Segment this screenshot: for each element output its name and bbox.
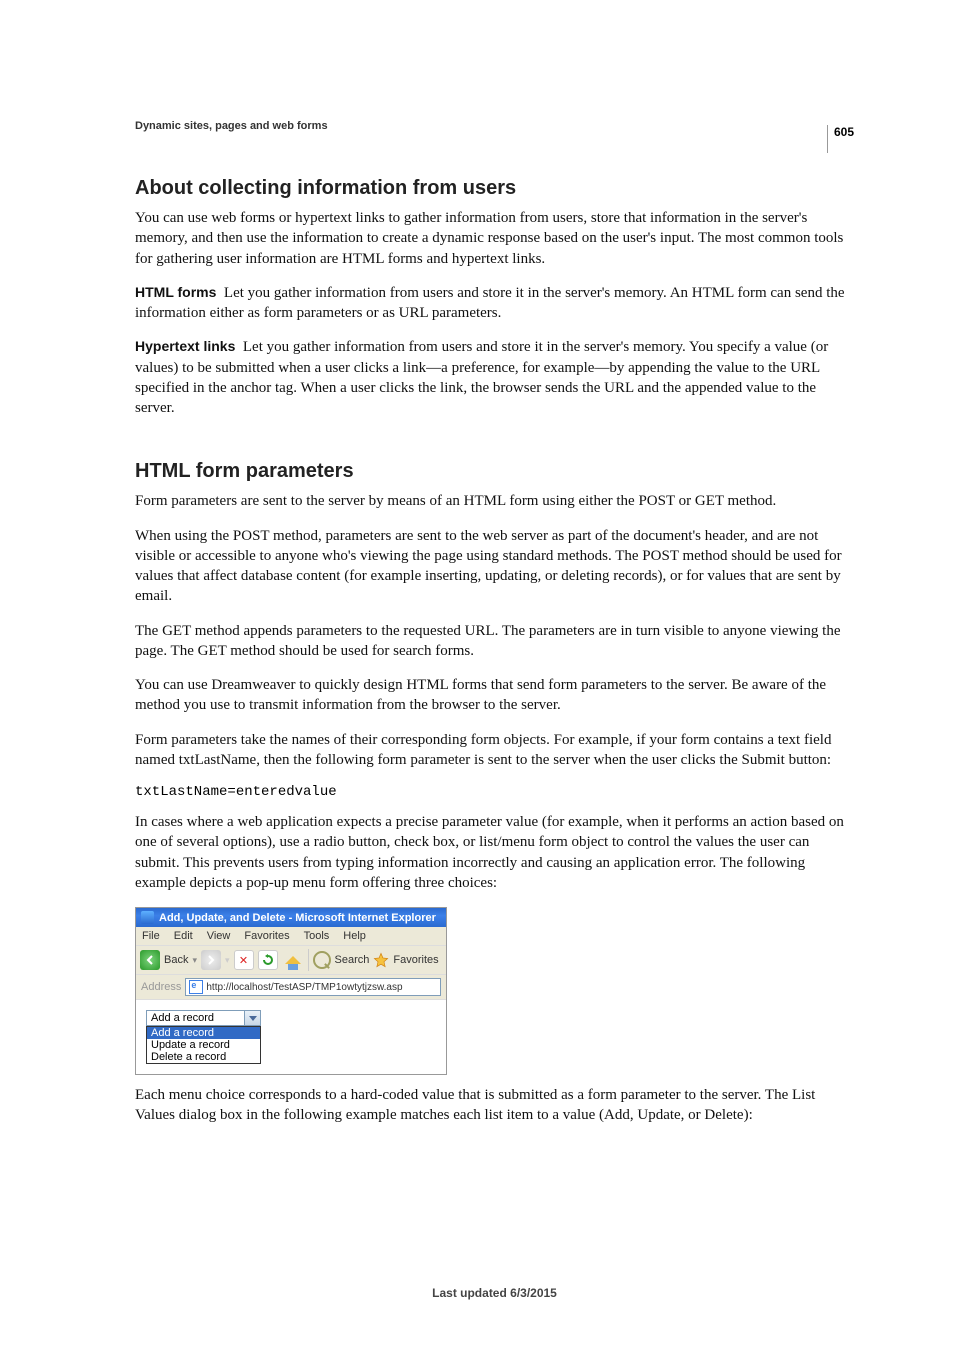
- heading-about-collecting: About collecting information from users: [135, 177, 854, 200]
- para: Form parameters are sent to the server b…: [135, 491, 854, 511]
- menu-file[interactable]: File: [142, 930, 160, 942]
- combo-selected-value: Add a record: [146, 1010, 245, 1026]
- back-dropdown-icon[interactable]: ▾: [192, 955, 197, 966]
- menu-help[interactable]: Help: [343, 930, 366, 942]
- favorites-label[interactable]: Favorites: [393, 954, 438, 966]
- para: Each menu choice corresponds to a hard-c…: [135, 1085, 854, 1126]
- ie-content-area: Add a record Add a record Update a recor…: [136, 1000, 446, 1074]
- menu-favorites[interactable]: Favorites: [244, 930, 289, 942]
- toolbar-separator: [308, 949, 309, 971]
- option-delete[interactable]: Delete a record: [147, 1051, 260, 1063]
- para: When using the POST method, parameters a…: [135, 526, 854, 607]
- favorites-star-icon[interactable]: [373, 952, 389, 968]
- menu-tools[interactable]: Tools: [304, 930, 330, 942]
- address-label: Address: [141, 981, 181, 993]
- text: Let you gather information from users an…: [135, 285, 845, 321]
- page-icon: [189, 980, 203, 994]
- label-hypertext-links: Hypertext links: [135, 338, 235, 354]
- option-add[interactable]: Add a record: [147, 1027, 260, 1039]
- ie-menubar[interactable]: File Edit View Favorites Tools Help: [136, 927, 446, 946]
- ie-titlebar: Add, Update, and Delete - Microsoft Inte…: [136, 908, 446, 927]
- chevron-down-icon[interactable]: [245, 1010, 261, 1026]
- menu-edit[interactable]: Edit: [174, 930, 193, 942]
- refresh-button[interactable]: [258, 950, 278, 970]
- ie-screenshot: Add, Update, and Delete - Microsoft Inte…: [135, 907, 447, 1075]
- forward-button[interactable]: [201, 950, 221, 970]
- ie-logo-icon: [141, 911, 154, 924]
- text: Let you gather information from users an…: [135, 339, 828, 416]
- heading-html-form-parameters: HTML form parameters: [135, 460, 854, 483]
- back-button[interactable]: [140, 950, 160, 970]
- para: The GET method appends parameters to the…: [135, 621, 854, 662]
- ie-title: Add, Update, and Delete - Microsoft Inte…: [159, 912, 436, 924]
- code-sample: txtLastName=enteredvalue: [135, 784, 854, 800]
- forward-dropdown-icon: ▾: [225, 955, 230, 966]
- page-number: 605: [827, 125, 854, 153]
- ie-addressbar: Address http://localhost/TestASP/TMP1owt…: [136, 975, 446, 1000]
- header-breadcrumb: Dynamic sites, pages and web forms: [135, 120, 854, 132]
- address-url: http://localhost/TestASP/TMP1owtytjzsw.a…: [206, 982, 402, 993]
- para-html-forms: HTML forms Let you gather information fr…: [135, 283, 854, 324]
- para: Form parameters take the names of their …: [135, 730, 854, 771]
- para: You can use Dreamweaver to quickly desig…: [135, 675, 854, 716]
- para: In cases where a web application expects…: [135, 812, 854, 893]
- combo-box[interactable]: Add a record: [146, 1010, 261, 1026]
- label-html-forms: HTML forms: [135, 284, 216, 300]
- home-button[interactable]: [282, 949, 304, 971]
- menu-view[interactable]: View: [207, 930, 231, 942]
- option-update[interactable]: Update a record: [147, 1039, 260, 1051]
- para: You can use web forms or hypertext links…: [135, 208, 854, 269]
- para-hypertext-links: Hypertext links Let you gather informati…: [135, 337, 854, 418]
- stop-button[interactable]: ✕: [234, 950, 254, 970]
- combo-dropdown[interactable]: Add a record Update a record Delete a re…: [146, 1026, 261, 1064]
- footer-last-updated: Last updated 6/3/2015: [135, 1286, 854, 1300]
- ie-toolbar: Back ▾ ▾ ✕ Search Favorites: [136, 946, 446, 975]
- search-label[interactable]: Search: [335, 954, 370, 966]
- back-label[interactable]: Back: [164, 954, 188, 966]
- search-icon[interactable]: [313, 951, 331, 969]
- address-input[interactable]: http://localhost/TestASP/TMP1owtytjzsw.a…: [185, 978, 441, 996]
